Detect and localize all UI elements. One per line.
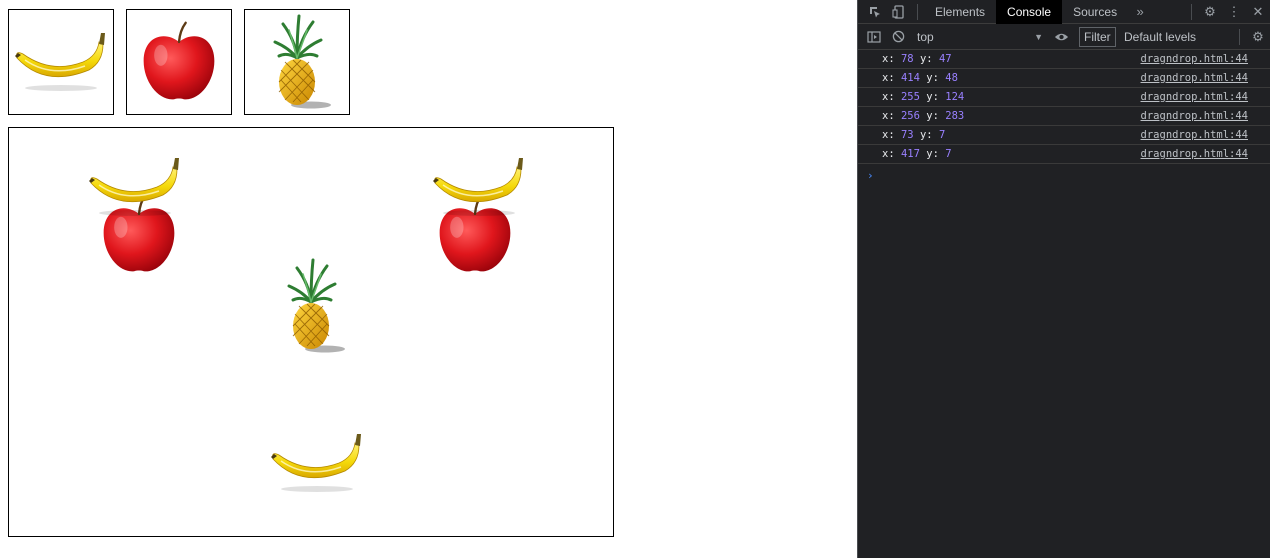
toolbar-separator <box>917 3 918 20</box>
context-select[interactable]: top ▼ <box>914 27 1049 47</box>
log-row: x: 255 y: 124 dragndrop.html:44 <box>858 88 1270 107</box>
tab-elements[interactable]: Elements <box>924 0 996 24</box>
prompt-chevron-icon: › <box>867 168 874 182</box>
log-x-value: 256 <box>900 110 920 122</box>
log-x-value: 78 <box>900 53 914 65</box>
close-icon[interactable]: ✕ <box>1246 0 1270 24</box>
drop-area[interactable] <box>8 127 614 537</box>
console-prompt[interactable]: › <box>858 164 1270 186</box>
devtools-panel: Elements Console Sources » ⚙ ⋮ ✕ top ▼ D… <box>857 0 1270 558</box>
apple-icon <box>142 21 216 101</box>
live-expression-eye-icon[interactable] <box>1049 25 1073 49</box>
device-toolbar-icon[interactable] <box>887 0 911 24</box>
placed-banana[interactable] <box>267 431 367 495</box>
clear-console-icon[interactable] <box>886 25 910 49</box>
log-source-link[interactable]: dragndrop.html:44 <box>1141 129 1248 141</box>
log-message: x: 256 y: 283 <box>882 110 965 122</box>
log-levels-dropdown[interactable]: Default levels <box>1124 30 1196 44</box>
toolbar-separator <box>1191 4 1192 20</box>
pineapple-icon <box>273 14 333 110</box>
log-row: x: 256 y: 283 dragndrop.html:44 <box>858 107 1270 126</box>
placed-banana[interactable] <box>85 155 185 219</box>
log-y-value: 7 <box>945 148 952 160</box>
tab-console[interactable]: Console <box>996 0 1063 24</box>
placed-pineapple[interactable] <box>273 256 353 356</box>
double-chevron-icon[interactable]: » <box>1128 0 1152 24</box>
log-message: x: 73 y: 7 <box>882 129 946 141</box>
log-row: x: 417 y: 7 dragndrop.html:44 <box>858 145 1270 164</box>
banana-icon <box>429 155 529 219</box>
pineapple-icon <box>273 256 353 356</box>
filter-input[interactable] <box>1079 26 1116 47</box>
log-y-value: 47 <box>938 53 952 65</box>
log-message: x: 417 y: 7 <box>882 148 952 160</box>
banana-icon <box>14 32 106 92</box>
banana-icon <box>267 431 367 495</box>
log-row: x: 414 y: 48 dragndrop.html:44 <box>858 69 1270 88</box>
placed-banana[interactable] <box>429 155 529 219</box>
banana-icon <box>85 155 185 219</box>
log-source-link[interactable]: dragndrop.html:44 <box>1141 72 1248 84</box>
palette-pineapple[interactable] <box>244 9 350 115</box>
drag-drop-page <box>0 0 857 558</box>
settings-gear-icon[interactable]: ⚙ <box>1198 0 1222 24</box>
log-message: x: 255 y: 124 <box>882 91 965 103</box>
log-source-link[interactable]: dragndrop.html:44 <box>1141 110 1248 122</box>
log-y-value: 48 <box>945 72 958 84</box>
toolbar-separator <box>1239 29 1240 45</box>
inspect-element-icon[interactable] <box>863 0 887 24</box>
palette-apple[interactable] <box>126 9 232 115</box>
log-row: x: 78 y: 47 dragndrop.html:44 <box>858 50 1270 69</box>
devtools-tabbar: Elements Console Sources » ⚙ ⋮ ✕ <box>858 0 1270 24</box>
context-value: top <box>917 29 934 44</box>
console-settings-gear-icon[interactable]: ⚙ <box>1246 25 1270 49</box>
console-log-list: x: 78 y: 47 dragndrop.html:44 x: 414 y: … <box>858 50 1270 164</box>
log-y-value: 283 <box>945 110 965 122</box>
log-row: x: 73 y: 7 dragndrop.html:44 <box>858 126 1270 145</box>
log-y-value: 7 <box>938 129 946 141</box>
log-x-value: 73 <box>900 129 914 141</box>
tab-sources[interactable]: Sources <box>1062 0 1128 24</box>
log-x-value: 414 <box>900 72 920 84</box>
dropdown-arrow-icon: ▼ <box>1034 31 1043 42</box>
log-y-value: 124 <box>945 91 965 103</box>
console-toolbar: top ▼ Default levels ⚙ <box>858 24 1270 50</box>
log-x-value: 417 <box>900 148 920 160</box>
log-source-link[interactable]: dragndrop.html:44 <box>1141 53 1248 65</box>
kebab-menu-icon[interactable]: ⋮ <box>1222 0 1246 24</box>
log-source-link[interactable]: dragndrop.html:44 <box>1141 148 1248 160</box>
log-x-value: 255 <box>900 91 920 103</box>
palette-banana[interactable] <box>8 9 114 115</box>
log-message: x: 414 y: 48 <box>882 72 958 84</box>
sidebar-toggle-icon[interactable] <box>862 25 886 49</box>
log-source-link[interactable]: dragndrop.html:44 <box>1141 91 1248 103</box>
log-message: x: 78 y: 47 <box>882 53 952 65</box>
